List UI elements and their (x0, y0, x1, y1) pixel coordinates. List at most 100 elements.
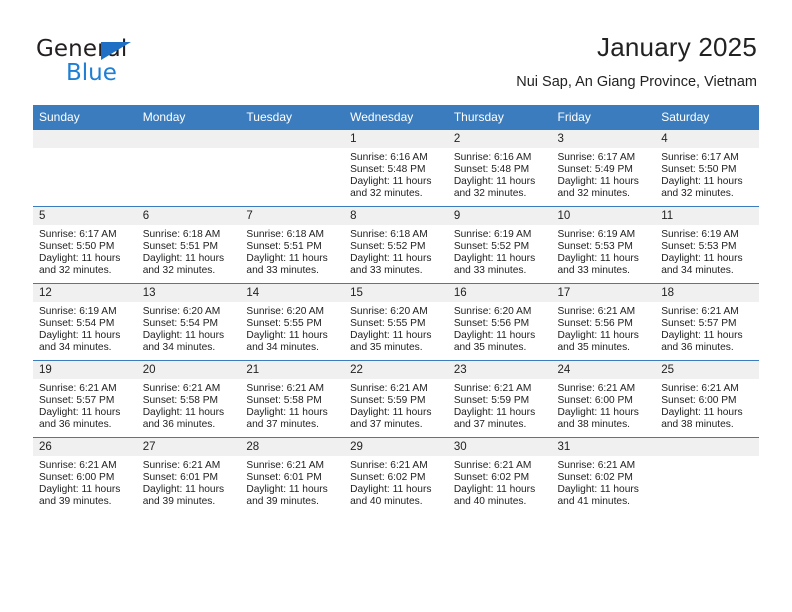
sunrise-text: Sunrise: 6:21 AM (142, 383, 221, 394)
day-number: 21 (240, 361, 345, 379)
day-number: 26 (33, 438, 137, 456)
day-number: 10 (551, 207, 656, 225)
sunset-text: Sunset: 5:50 PM (39, 241, 115, 253)
day-number: 16 (447, 284, 552, 302)
calendar-day-cell[interactable]: 9 Sunrise: 6:19 AM Sunset: 5:52 PM Daylight… (447, 206, 552, 284)
weekday-header-wednesday: Wednesday (344, 105, 448, 130)
day-details: Sunrise: 6:20 AM Sunset: 5:56 PM Daylight:… (448, 302, 552, 354)
calendar-day-cell[interactable]: 21 Sunrise: 6:21 AM Sunset: 5:58 PM Dayligh… (240, 360, 345, 438)
day-number: 22 (344, 361, 448, 379)
weekday-header-thursday: Thursday (447, 105, 552, 130)
weekday-header-sunday: Sunday (33, 105, 137, 130)
day-details: Sunrise: 6:19 AM Sunset: 5:54 PM Daylight:… (33, 302, 137, 354)
calendar-page: General Blue January 2025 Nui Sap, An Gi… (0, 0, 792, 612)
daylight-text: Daylight: 11 hours and 39 minutes. (142, 484, 225, 508)
calendar-week-row: 26 Sunrise: 6:21 AM Sunset: 6:00 PM Dayligh… (33, 437, 759, 514)
sunset-text: Sunset: 5:52 PM (453, 241, 530, 253)
location-subtitle: Nui Sap, An Giang Province, Vietnam (516, 74, 757, 90)
day-number (136, 130, 241, 148)
day-number: 23 (447, 361, 552, 379)
calendar-week-row: 19 Sunrise: 6:21 AM Sunset: 5:57 PM Dayligh… (33, 360, 759, 438)
sunrise-text: Sunrise: 6:16 AM (453, 152, 532, 163)
calendar-day-cell[interactable]: 4 Sunrise: 6:17 AM Sunset: 5:50 PM Daylight… (655, 129, 759, 207)
calendar-day-cell[interactable]: 25 Sunrise: 6:21 AM Sunset: 6:00 PM Dayligh… (655, 360, 759, 438)
sunset-text: Sunset: 5:52 PM (350, 241, 426, 253)
daylight-text: Daylight: 11 hours and 36 minutes. (142, 407, 225, 431)
calendar-day-cell[interactable]: 28 Sunrise: 6:21 AM Sunset: 6:01 PM Dayligh… (240, 437, 345, 514)
calendar-week-row: 12 Sunrise: 6:19 AM Sunset: 5:54 PM Dayligh… (33, 283, 759, 361)
calendar-day-cell[interactable]: 11 Sunrise: 6:19 AM Sunset: 5:53 PM Dayligh… (655, 206, 759, 284)
day-details: Sunrise: 6:17 AM Sunset: 5:50 PM Daylight:… (33, 225, 137, 277)
sunset-text: Sunset: 5:56 PM (557, 318, 633, 330)
sunrise-text: Sunrise: 6:19 AM (661, 229, 739, 240)
daylight-text: Daylight: 11 hours and 32 minutes. (39, 253, 121, 277)
calendar-day-cell[interactable]: 5 Sunrise: 6:17 AM Sunset: 5:50 PM Daylight… (33, 206, 137, 284)
calendar-day-cell[interactable]: 24 Sunrise: 6:21 AM Sunset: 6:00 PM Dayligh… (551, 360, 656, 438)
calendar-day-cell[interactable]: 16 Sunrise: 6:20 AM Sunset: 5:56 PM Dayligh… (447, 283, 552, 361)
calendar-day-cell[interactable]: 6 Sunrise: 6:18 AM Sunset: 5:51 PM Daylight… (136, 206, 241, 284)
calendar-day-cell[interactable]: 26 Sunrise: 6:21 AM Sunset: 6:00 PM Dayligh… (33, 437, 137, 514)
sunset-text: Sunset: 5:48 PM (350, 164, 426, 176)
day-details: Sunrise: 6:20 AM Sunset: 5:55 PM Daylight:… (344, 302, 448, 354)
sunset-text: Sunset: 5:48 PM (453, 164, 530, 176)
sunset-text: Sunset: 5:57 PM (661, 318, 737, 330)
weekday-header-row: Sunday Monday Tuesday Wednesday Thursday… (33, 105, 759, 130)
calendar-day-cell[interactable]: 19 Sunrise: 6:21 AM Sunset: 5:57 PM Dayligh… (33, 360, 137, 438)
triangle-icon (101, 42, 131, 60)
weekday-header-monday: Monday (136, 105, 241, 130)
sunrise-text: Sunrise: 6:21 AM (142, 460, 221, 471)
day-details: Sunrise: 6:21 AM Sunset: 5:59 PM Daylight:… (344, 379, 448, 431)
sunrise-text: Sunrise: 6:16 AM (350, 152, 428, 163)
day-details: Sunrise: 6:19 AM Sunset: 5:53 PM Daylight:… (655, 225, 759, 277)
daylight-text: Daylight: 11 hours and 33 minutes. (453, 253, 536, 277)
calendar-day-cell[interactable]: 31 Sunrise: 6:21 AM Sunset: 6:02 PM Dayligh… (551, 437, 656, 514)
day-details: Sunrise: 6:19 AM Sunset: 5:53 PM Daylight:… (552, 225, 656, 277)
calendar-day-cell-empty (240, 129, 345, 207)
day-details: Sunrise: 6:20 AM Sunset: 5:55 PM Daylight:… (240, 302, 344, 354)
sunset-text: Sunset: 6:00 PM (557, 395, 633, 407)
calendar-day-cell[interactable]: 15 Sunrise: 6:20 AM Sunset: 5:55 PM Dayligh… (344, 283, 448, 361)
daylight-text: Daylight: 11 hours and 32 minutes. (142, 253, 225, 277)
calendar-day-cell-empty (655, 437, 759, 514)
daylight-text: Daylight: 11 hours and 34 minutes. (246, 330, 328, 354)
daylight-text: Daylight: 11 hours and 32 minutes. (453, 176, 536, 200)
day-details: Sunrise: 6:21 AM Sunset: 6:01 PM Daylight:… (240, 456, 344, 508)
sunrise-text: Sunrise: 6:21 AM (557, 460, 636, 471)
calendar-day-cell[interactable]: 18 Sunrise: 6:21 AM Sunset: 5:57 PM Dayligh… (655, 283, 759, 361)
general-blue-logo[interactable]: General Blue (36, 36, 246, 88)
sunset-text: Sunset: 5:51 PM (246, 241, 322, 253)
sunrise-text: Sunrise: 6:21 AM (246, 460, 324, 471)
day-number: 4 (655, 130, 759, 148)
calendar-day-cell[interactable]: 23 Sunrise: 6:21 AM Sunset: 5:59 PM Dayligh… (447, 360, 552, 438)
calendar-day-cell[interactable]: 8 Sunrise: 6:18 AM Sunset: 5:52 PM Daylight… (344, 206, 448, 284)
sunset-text: Sunset: 5:53 PM (557, 241, 633, 253)
calendar-day-cell[interactable]: 29 Sunrise: 6:21 AM Sunset: 6:02 PM Dayligh… (344, 437, 448, 514)
day-number: 9 (447, 207, 552, 225)
calendar-day-cell[interactable]: 7 Sunrise: 6:18 AM Sunset: 5:51 PM Daylight… (240, 206, 345, 284)
sunrise-text: Sunrise: 6:19 AM (557, 229, 636, 240)
calendar-day-cell[interactable]: 3 Sunrise: 6:17 AM Sunset: 5:49 PM Daylight… (551, 129, 656, 207)
day-details: Sunrise: 6:21 AM Sunset: 6:00 PM Daylight:… (33, 456, 137, 508)
calendar-day-cell[interactable]: 13 Sunrise: 6:20 AM Sunset: 5:54 PM Dayligh… (136, 283, 241, 361)
calendar-day-cell[interactable]: 12 Sunrise: 6:19 AM Sunset: 5:54 PM Dayligh… (33, 283, 137, 361)
sunset-text: Sunset: 5:59 PM (453, 395, 530, 407)
day-details: Sunrise: 6:18 AM Sunset: 5:51 PM Daylight:… (240, 225, 344, 277)
daylight-text: Daylight: 11 hours and 40 minutes. (350, 484, 432, 508)
calendar-day-cell[interactable]: 1 Sunrise: 6:16 AM Sunset: 5:48 PM Daylight… (344, 129, 448, 207)
calendar-day-cell[interactable]: 10 Sunrise: 6:19 AM Sunset: 5:53 PM Dayligh… (551, 206, 656, 284)
calendar-day-cell[interactable]: 20 Sunrise: 6:21 AM Sunset: 5:58 PM Dayligh… (136, 360, 241, 438)
calendar-day-cell[interactable]: 2 Sunrise: 6:16 AM Sunset: 5:48 PM Daylight… (447, 129, 552, 207)
day-details: Sunrise: 6:21 AM Sunset: 5:58 PM Daylight:… (137, 379, 241, 431)
day-number: 17 (551, 284, 656, 302)
day-details: Sunrise: 6:17 AM Sunset: 5:50 PM Daylight:… (655, 148, 759, 200)
day-details: Sunrise: 6:21 AM Sunset: 6:02 PM Daylight:… (552, 456, 656, 508)
calendar-day-cell[interactable]: 27 Sunrise: 6:21 AM Sunset: 6:01 PM Dayligh… (136, 437, 241, 514)
calendar-day-cell[interactable]: 30 Sunrise: 6:21 AM Sunset: 6:02 PM Dayligh… (447, 437, 552, 514)
sunset-text: Sunset: 6:02 PM (350, 472, 426, 484)
day-number: 3 (551, 130, 656, 148)
calendar-day-cell[interactable]: 14 Sunrise: 6:20 AM Sunset: 5:55 PM Dayligh… (240, 283, 345, 361)
weekday-header-saturday: Saturday (655, 105, 759, 130)
calendar-day-cell[interactable]: 17 Sunrise: 6:21 AM Sunset: 5:56 PM Dayligh… (551, 283, 656, 361)
calendar-day-cell[interactable]: 22 Sunrise: 6:21 AM Sunset: 5:59 PM Dayligh… (344, 360, 448, 438)
day-number: 31 (551, 438, 656, 456)
